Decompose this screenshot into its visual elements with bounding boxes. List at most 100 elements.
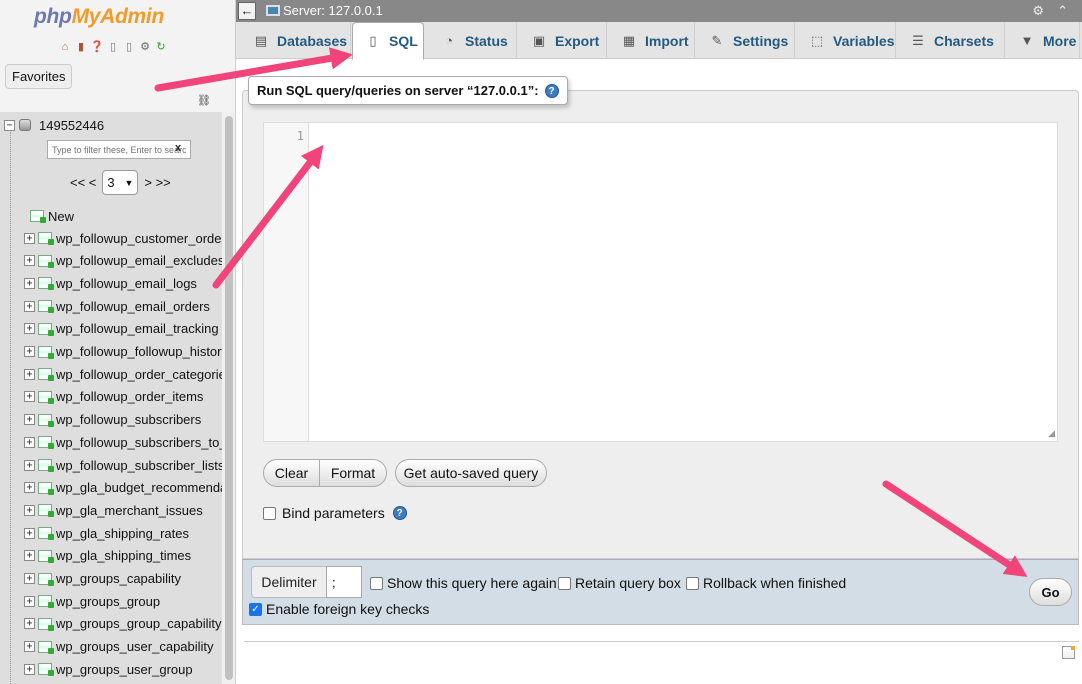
- table-icon[interactable]: [38, 300, 54, 314]
- table-name[interactable]: wp_followup_customer_orders: [56, 231, 222, 246]
- expand-icon[interactable]: +: [24, 527, 35, 539]
- table-name[interactable]: wp_followup_subscriber_lists: [56, 458, 222, 473]
- table-name[interactable]: wp_gla_merchant_issues: [56, 503, 203, 518]
- database-name[interactable]: 149552446: [39, 118, 104, 133]
- rollback-label[interactable]: Rollback when finished: [703, 575, 846, 591]
- table-item[interactable]: + wp_groups_user_capability: [24, 638, 214, 656]
- foreign-key-checkbox[interactable]: ✓: [249, 602, 262, 616]
- expand-icon[interactable]: +: [24, 459, 35, 471]
- expand-icon[interactable]: +: [24, 277, 35, 289]
- expand-icon[interactable]: +: [24, 232, 35, 244]
- console-icon[interactable]: [1062, 646, 1075, 659]
- pager-prev-link[interactable]: << <: [70, 175, 96, 190]
- collapse-icon[interactable]: −: [4, 119, 15, 131]
- table-icon[interactable]: [38, 504, 54, 518]
- page-select[interactable]: 3 ▼: [102, 170, 139, 195]
- help-icon[interactable]: ?: [392, 506, 407, 520]
- table-name[interactable]: wp_followup_subscribers_to_lists: [56, 435, 222, 450]
- retain-box-label[interactable]: Retain query box: [575, 575, 681, 591]
- table-icon[interactable]: [38, 390, 54, 404]
- table-name[interactable]: wp_followup_email_orders: [56, 299, 210, 314]
- table-icon[interactable]: [38, 481, 54, 495]
- table-icon[interactable]: [38, 436, 54, 450]
- expand-icon[interactable]: +: [24, 641, 35, 653]
- server-breadcrumb[interactable]: Server: 127.0.0.1: [266, 3, 383, 18]
- collapse-up-icon[interactable]: ⌃: [1057, 3, 1068, 19]
- pager-next-link[interactable]: > >>: [144, 175, 170, 190]
- table-icon[interactable]: [38, 413, 54, 427]
- table-name[interactable]: wp_groups_group_capability: [56, 616, 222, 631]
- table-item[interactable]: + wp_followup_order_categories: [24, 365, 222, 383]
- back-arrow-icon[interactable]: ←: [238, 2, 256, 20]
- table-icon[interactable]: [38, 572, 54, 586]
- expand-icon[interactable]: +: [24, 368, 35, 380]
- table-name[interactable]: wp_followup_order_items: [56, 389, 203, 404]
- resize-grip-icon[interactable]: ◢: [1048, 428, 1055, 439]
- table-item[interactable]: + wp_gla_shipping_rates: [24, 524, 189, 542]
- table-item[interactable]: + wp_followup_email_excludes: [24, 252, 222, 270]
- tab-settings[interactable]: ✎ Settings: [697, 22, 795, 59]
- settings-icon[interactable]: ⚙: [138, 40, 152, 54]
- table-icon[interactable]: [38, 368, 54, 382]
- help-icon[interactable]: ❓: [90, 40, 104, 54]
- get-auto-saved-query-button[interactable]: Get auto-saved query: [395, 459, 547, 487]
- table-icon[interactable]: [38, 459, 54, 472]
- table-icon[interactable]: [38, 232, 54, 245]
- tab-databases[interactable]: ▤ Databases: [241, 22, 351, 59]
- logout-icon[interactable]: ▮: [74, 40, 88, 54]
- table-item[interactable]: + wp_followup_email_logs: [24, 274, 197, 292]
- table-item[interactable]: + wp_groups_group_capability: [24, 615, 222, 633]
- expand-icon[interactable]: +: [24, 504, 35, 516]
- table-icon[interactable]: [38, 595, 54, 609]
- table-name[interactable]: wp_groups_user_group: [56, 662, 193, 677]
- table-name[interactable]: wp_followup_email_excludes: [56, 253, 222, 268]
- table-icon[interactable]: [38, 663, 54, 677]
- table-name[interactable]: wp_followup_subscribers: [56, 412, 201, 427]
- table-name[interactable]: wp_groups_user_capability: [56, 639, 214, 654]
- table-name[interactable]: wp_gla_budget_recommendations: [56, 480, 222, 495]
- expand-icon[interactable]: +: [24, 300, 35, 312]
- table-name[interactable]: wp_gla_shipping_times: [56, 548, 191, 563]
- tab-export[interactable]: ▣ Export: [519, 22, 607, 59]
- table-icon[interactable]: [38, 549, 54, 563]
- tab-import[interactable]: ▦ Import: [609, 22, 695, 59]
- tab-more[interactable]: ▼ More: [1007, 22, 1080, 59]
- rollback-checkbox[interactable]: [686, 576, 699, 590]
- expand-icon[interactable]: +: [24, 346, 35, 357]
- table-icon[interactable]: [38, 254, 54, 268]
- show-query-label[interactable]: Show this query here again: [387, 575, 557, 591]
- expand-icon[interactable]: +: [24, 482, 35, 494]
- database-node[interactable]: − 149552446: [4, 117, 104, 133]
- phpmyadmin-logo[interactable]: phpMyAdmin: [34, 5, 164, 29]
- table-item[interactable]: + wp_followup_email_tracking: [24, 320, 219, 338]
- table-item[interactable]: + wp_groups_user_group: [24, 660, 193, 678]
- table-icon[interactable]: [38, 527, 54, 541]
- table-item[interactable]: + wp_groups_group: [24, 592, 160, 610]
- table-filter-input[interactable]: [47, 140, 191, 159]
- table-item[interactable]: + wp_gla_shipping_times: [24, 547, 191, 565]
- clear-filter-icon[interactable]: x: [175, 142, 181, 154]
- expand-icon[interactable]: +: [24, 255, 35, 267]
- gear-icon[interactable]: ⚙: [1032, 3, 1044, 19]
- table-name[interactable]: wp_groups_capability: [56, 571, 181, 586]
- favorites-button[interactable]: Favorites: [5, 64, 73, 89]
- table-icon[interactable]: [38, 640, 54, 654]
- go-button[interactable]: Go: [1029, 578, 1072, 606]
- table-item[interactable]: + wp_followup_order_items: [24, 388, 203, 406]
- table-item[interactable]: + wp_gla_budget_recommendations: [24, 479, 222, 497]
- table-item[interactable]: + wp_gla_merchant_issues: [24, 501, 203, 519]
- table-item[interactable]: + wp_followup_subscriber_lists: [24, 456, 222, 474]
- format-button[interactable]: Format: [319, 459, 387, 487]
- expand-icon[interactable]: +: [24, 414, 35, 426]
- link-icon[interactable]: ⛓: [197, 94, 211, 107]
- copy-icon[interactable]: ▯: [122, 40, 136, 54]
- table-name[interactable]: wp_followup_email_logs: [56, 276, 197, 291]
- delimiter-input[interactable]: [326, 566, 362, 598]
- table-item[interactable]: + wp_followup_email_orders: [24, 297, 210, 315]
- table-icon[interactable]: [38, 322, 54, 336]
- table-icon[interactable]: [38, 617, 54, 631]
- tab-variables[interactable]: ⬚ Variables: [797, 22, 896, 59]
- help-icon[interactable]: ?: [544, 83, 559, 98]
- expand-icon[interactable]: +: [24, 436, 35, 448]
- tree-scrollbar[interactable]: [222, 112, 235, 684]
